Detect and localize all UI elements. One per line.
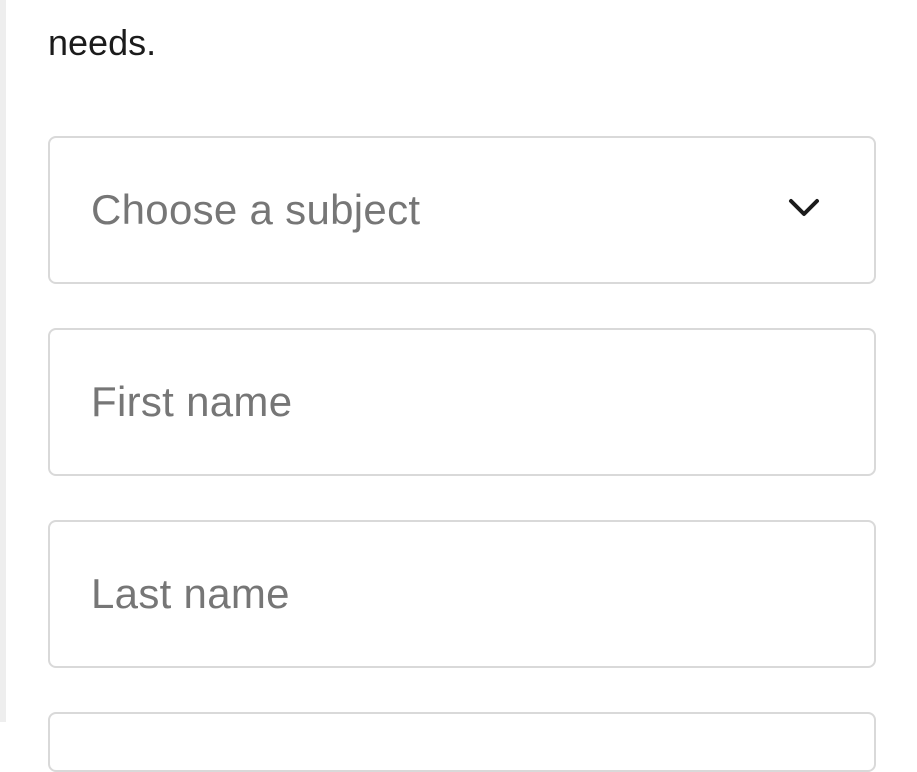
chevron-down-icon <box>788 198 820 218</box>
last-name-field[interactable]: Last name <box>48 520 876 668</box>
intro-last-line: needs. <box>48 22 157 60</box>
subject-select-placeholder: Choose a subject <box>91 186 421 233</box>
first-name-field[interactable]: First name <box>48 328 876 476</box>
intro-paragraph: needs. <box>48 0 868 60</box>
subject-select[interactable]: Choose a subject <box>48 136 876 284</box>
last-name-placeholder: Last name <box>91 570 290 617</box>
next-form-field[interactable] <box>48 712 876 772</box>
first-name-placeholder: First name <box>91 378 293 425</box>
page-left-edge <box>0 0 6 722</box>
